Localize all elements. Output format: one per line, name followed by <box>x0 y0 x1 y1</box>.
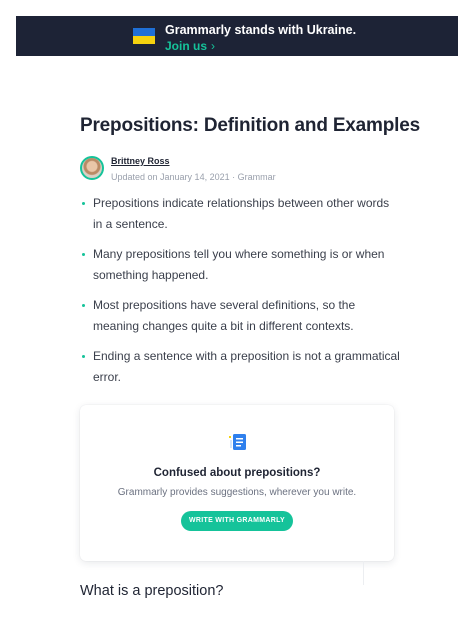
banner-title: Grammarly stands with Ukraine. <box>165 23 357 37</box>
ukraine-banner: Grammarly stands with Ukraine. Join us › <box>16 16 458 56</box>
document-icon <box>229 434 246 450</box>
list-item-text: Many prepositions tell you where somethi… <box>93 247 385 282</box>
promo-card: Confused about prepositions? Grammarly p… <box>80 405 394 561</box>
bullet-icon <box>82 304 85 307</box>
join-us-link[interactable]: Join us › <box>165 39 215 53</box>
bullet-icon <box>82 355 85 358</box>
chevron-right-icon[interactable]: › <box>211 39 215 53</box>
list-item-text: Prepositions indicate relationships betw… <box>93 196 390 231</box>
list-item: Prepositions indicate relationships betw… <box>80 193 400 235</box>
list-item: Ending a sentence with a preposition is … <box>80 346 400 388</box>
summary-list: Prepositions indicate relationships betw… <box>80 193 400 397</box>
list-item-text: Most prepositions have several definitio… <box>93 298 356 333</box>
bullet-icon <box>82 253 85 256</box>
author-link[interactable]: Brittney Ross <box>111 156 170 166</box>
write-with-grammarly-button[interactable]: WRITE WITH GRAMMARLY <box>181 511 293 531</box>
promo-subtitle: Grammarly provides suggestions, wherever… <box>117 487 357 498</box>
promo-title: Confused about prepositions? <box>153 467 321 479</box>
bullet-icon <box>82 202 85 205</box>
list-item: Most prepositions have several definitio… <box>80 295 400 337</box>
ukraine-flag-icon <box>133 28 155 44</box>
updated-date: Updated on January 14, 2021 · <box>111 172 238 182</box>
divider <box>363 561 364 585</box>
author-avatar[interactable] <box>80 156 104 180</box>
join-us-label[interactable]: Join us <box>165 39 207 53</box>
article-meta: Updated on January 14, 2021 · Grammar <box>111 172 276 182</box>
category-link[interactable]: Grammar <box>238 172 276 182</box>
list-item: Many prepositions tell you where somethi… <box>80 244 400 286</box>
section-heading: What is a preposition? <box>80 583 224 599</box>
list-item-text: Ending a sentence with a preposition is … <box>93 349 400 384</box>
page-title: Prepositions: Definition and Examples <box>80 115 420 136</box>
